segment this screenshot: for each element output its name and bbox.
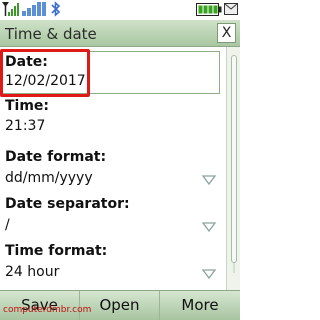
- list-item-time[interactable]: Time: 21:37: [0, 97, 226, 145]
- list-item-date-separator[interactable]: Date separator: /: [0, 195, 226, 243]
- title-bar: Time & date X: [0, 20, 240, 47]
- list-item-time-format[interactable]: Time format: 24 hour: [0, 242, 226, 290]
- bluetooth-icon: [51, 1, 61, 17]
- time-format-label: Time format:: [5, 243, 108, 259]
- network-3g-icon: [22, 2, 46, 16]
- scrollbar[interactable]: [226, 47, 240, 290]
- close-icon: X: [221, 25, 232, 41]
- open-button[interactable]: Open: [80, 291, 160, 320]
- watermark: computerdmbr.com: [3, 305, 92, 315]
- list-item-date-format[interactable]: Date format: dd/mm/yyyy: [0, 148, 226, 196]
- status-bar: [0, 0, 240, 20]
- highlight-annotation: [0, 49, 90, 97]
- date-separator-value: /: [5, 217, 10, 233]
- more-button[interactable]: More: [160, 291, 240, 320]
- date-format-value: dd/mm/yyyy: [5, 170, 93, 186]
- time-value: 21:37: [5, 118, 46, 134]
- battery-icon: [196, 3, 222, 16]
- signal-strength-icon: [2, 2, 19, 16]
- chevron-down-icon[interactable]: [202, 175, 216, 185]
- chevron-down-icon[interactable]: [202, 222, 216, 232]
- close-button[interactable]: X: [217, 23, 236, 43]
- page-title: Time & date: [5, 25, 97, 43]
- date-format-label: Date format:: [5, 149, 107, 165]
- time-format-value: 24 hour: [5, 264, 60, 280]
- date-separator-label: Date separator:: [5, 196, 130, 212]
- scrollbar-thumb[interactable]: [231, 55, 237, 263]
- message-icon: [224, 3, 238, 15]
- time-label: Time:: [5, 98, 50, 114]
- chevron-down-icon[interactable]: [202, 269, 216, 279]
